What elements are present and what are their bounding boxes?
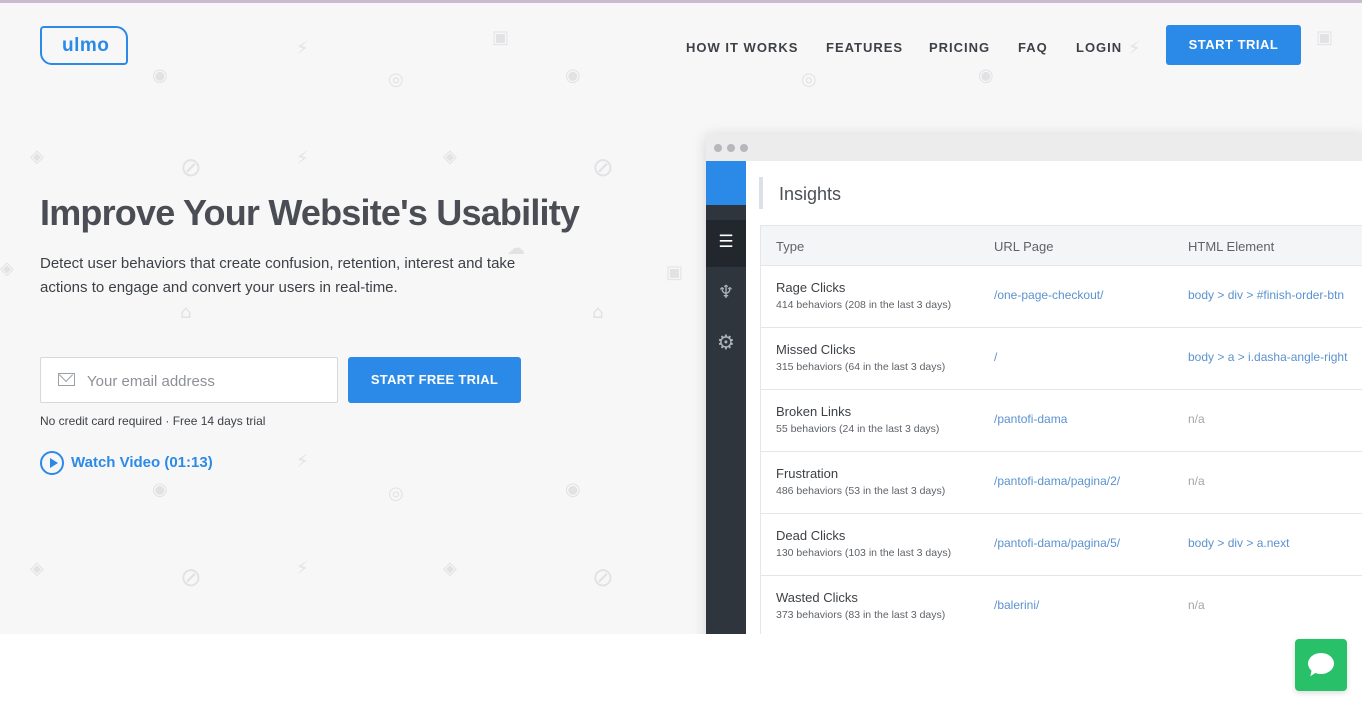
envelope-icon [58,373,75,386]
table-row[interactable]: Frustration 486 behaviors (53 in the las… [761,452,1362,514]
app-sidebar: ☰ ♆ ⚙ [706,161,746,634]
row-element-link[interactable]: body > a > i.dasha-angle-right [1188,350,1347,364]
row-type: Wasted Clicks [776,590,858,605]
bg-pattern-icon: ⌂ [180,302,192,323]
row-url-link[interactable]: /balerini/ [994,598,1039,612]
row-element-na: n/a [1188,474,1205,488]
window-dot [740,144,748,152]
row-url-link[interactable]: /pantofi-dama/pagina/2/ [994,474,1120,488]
row-element-link[interactable]: body > div > a.next [1188,536,1289,550]
insights-app-window: ☰ ♆ ⚙ Insights Type URL Page HTML Elemen… [706,134,1362,634]
row-behaviors: 315 behaviors (64 in the last 3 days) [776,361,946,373]
nav-how-it-works[interactable]: HOW IT WORKS [686,40,798,55]
nav-login[interactable]: LOGIN [1076,40,1122,55]
bg-pattern-icon: ◈ [443,558,457,579]
ulmo-logo[interactable]: ulmo [40,26,128,65]
row-element-na: n/a [1188,412,1205,426]
bg-pattern-icon: ◉ [978,65,994,86]
bg-pattern-icon: ⊘ [592,563,614,593]
bg-pattern-icon: ◈ [30,558,44,579]
bg-pattern-icon: ⚡ [296,148,309,169]
bg-pattern-icon: ◎ [388,69,404,90]
row-url-link[interactable]: / [994,350,997,364]
bg-pattern-icon: ◉ [565,65,581,86]
row-type: Dead Clicks [776,528,846,543]
play-icon[interactable] [40,451,64,475]
email-field[interactable] [40,357,338,403]
table-row[interactable]: Missed Clicks 315 behaviors (64 in the l… [761,328,1362,390]
column-header-html-element: HTML Element [1188,239,1275,254]
row-behaviors: 373 behaviors (83 in the last 3 days) [776,609,946,621]
bg-pattern-icon: ◈ [443,146,457,167]
table-row[interactable]: Broken Links 55 behaviors (24 in the las… [761,390,1362,452]
column-header-url-page: URL Page [994,239,1054,254]
start-trial-button[interactable]: START TRIAL [1166,25,1301,65]
bg-pattern-icon: ⚡ [296,38,309,59]
bg-pattern-icon: ◉ [152,65,168,86]
table-row[interactable]: Wasted Clicks 373 behaviors (83 in the l… [761,576,1362,634]
row-behaviors: 130 behaviors (103 in the last 3 days) [776,547,952,559]
bg-pattern-icon: ⊘ [180,563,202,593]
row-element-link[interactable]: body > div > #finish-order-btn [1188,288,1344,302]
bg-pattern-icon: ⌂ [592,302,604,323]
title-accent-bar [759,177,763,209]
row-type: Missed Clicks [776,342,856,357]
row-behaviors: 55 behaviors (24 in the last 3 days) [776,423,940,435]
bg-pattern-icon: ◈ [30,146,44,167]
window-dot [714,144,722,152]
bg-pattern-icon: ▣ [1316,27,1334,48]
row-type: Broken Links [776,404,852,419]
hero-title: Improve Your Website's Usability [40,192,580,233]
window-dot [727,144,735,152]
chat-bubble-icon[interactable] [1308,653,1334,674]
bg-pattern-icon: ⚡ [296,558,309,579]
column-header-type: Type [776,239,805,254]
bg-pattern-icon: ◉ [152,479,168,500]
insights-table: Type URL Page HTML Element Rage Clicks 4… [760,225,1362,634]
hero-section: ⚡ ◉ ◎ ◉ ▣ ◎ ◉ ⚡ ▣ ◈ ⊘ ⚡ ◈ ⊘ ◈ ⌂ ☁ ⌂ ▣ ⚡ … [0,3,1362,634]
bg-pattern-icon: ⚡ [1128,38,1141,59]
row-url-link[interactable]: /pantofi-dama/pagina/5/ [994,536,1120,550]
row-behaviors: 486 behaviors (53 in the last 3 days) [776,485,946,497]
table-row[interactable]: Dead Clicks 130 behaviors (103 in the la… [761,514,1362,576]
nav-pricing[interactable]: PRICING [929,40,990,55]
row-type: Frustration [776,466,839,481]
watch-video-label[interactable]: Watch Video (01:13) [71,454,213,471]
bg-pattern-icon: ⊘ [592,153,614,183]
row-element-na: n/a [1188,598,1205,612]
bg-pattern-icon: ⚡ [296,451,309,472]
bg-pattern-icon: ◎ [801,69,817,90]
sitemap-icon[interactable]: ♆ [706,282,746,303]
bg-pattern-icon: ⊘ [180,153,202,183]
nav-faq[interactable]: FAQ [1018,40,1048,55]
email-input[interactable] [87,370,327,392]
bg-pattern-icon: ◈ [0,258,14,279]
insights-title: Insights [779,184,842,204]
row-type: Rage Clicks [776,280,846,295]
gear-icon[interactable]: ⚙ [706,330,746,354]
row-behaviors: 414 behaviors (208 in the last 3 days) [776,299,952,311]
row-url-link[interactable]: /one-page-checkout/ [994,288,1103,302]
bg-pattern-icon: ◎ [388,483,404,504]
bg-pattern-icon: ▣ [666,262,684,283]
table-header: Type URL Page HTML Element [761,226,1362,266]
table-row[interactable]: Rage Clicks 414 behaviors (208 in the la… [761,266,1362,328]
hero-description: Detect user behaviors that create confus… [40,255,516,296]
sidebar-brand-block [706,161,746,205]
list-icon[interactable]: ☰ [706,232,746,252]
bg-pattern-icon: ◉ [565,479,581,500]
chat-widget-button[interactable] [1295,639,1347,691]
start-free-trial-button[interactable]: START FREE TRIAL [348,357,521,403]
window-titlebar [706,134,1362,161]
bg-pattern-icon: ▣ [492,27,510,48]
nav-features[interactable]: FEATURES [826,40,903,55]
trial-note: No credit card required · Free 14 days t… [40,414,266,428]
row-url-link[interactable]: /pantofi-dama [994,412,1067,426]
